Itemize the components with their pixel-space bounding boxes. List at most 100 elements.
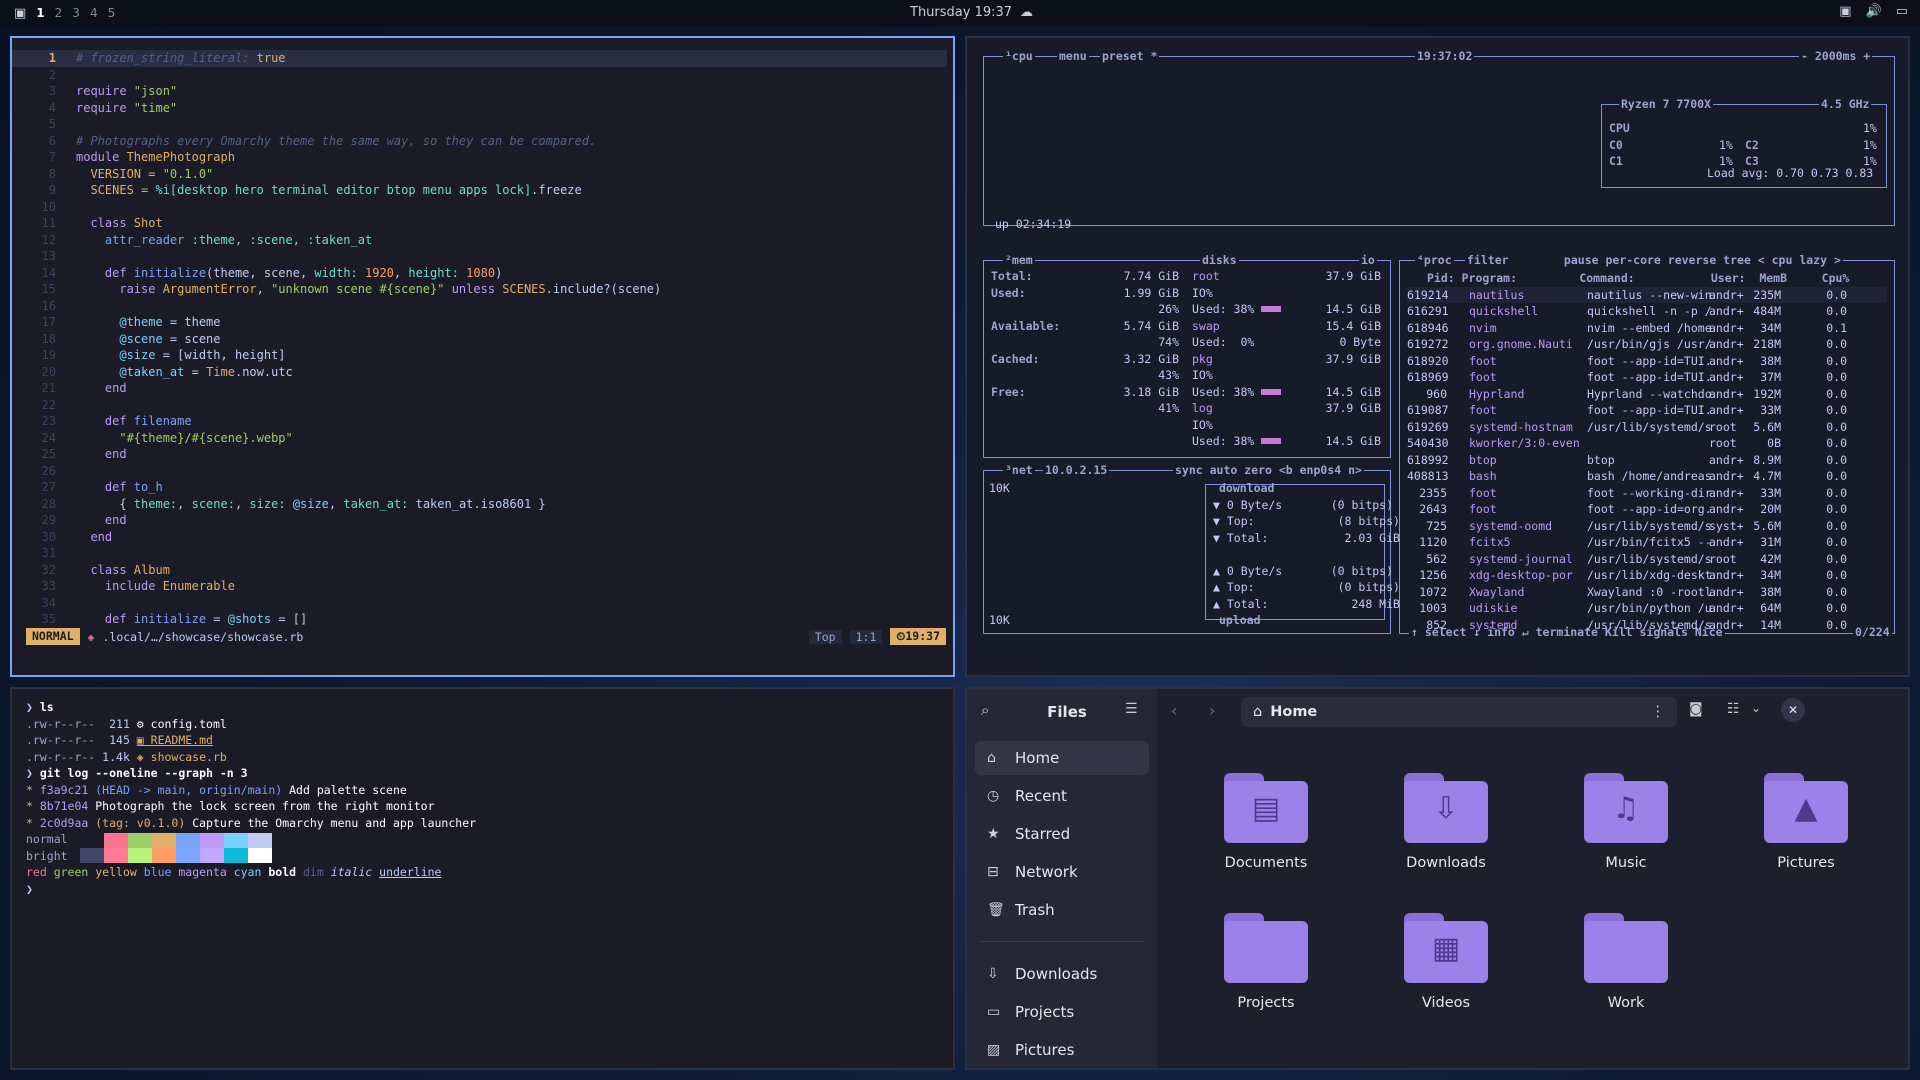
- code-line[interactable]: 11 class Shot: [12, 215, 947, 232]
- code-line[interactable]: 1 # frozen_string_literal: true: [12, 50, 947, 67]
- code-line[interactable]: 13: [12, 248, 947, 265]
- code-line[interactable]: 4 require "time": [12, 100, 947, 117]
- view-list-icon[interactable]: ☷: [1727, 701, 1740, 717]
- code-text: def initialize = @shots = []: [76, 611, 307, 628]
- code-line[interactable]: 28 { theme:, scene:, size: @size, taken_…: [12, 496, 947, 513]
- code-line[interactable]: 8 VERSION = "0.1.0": [12, 166, 947, 183]
- sidebar-menu-icon[interactable]: ☰: [1125, 701, 1138, 717]
- io-title[interactable]: io: [1359, 252, 1377, 269]
- code-line[interactable]: 24 "#{theme}/#{scene}.webp": [12, 430, 947, 447]
- sidebar-item-pictures[interactable]: ▨ Pictures: [975, 1033, 1149, 1067]
- process-cell: root: [1709, 436, 1737, 450]
- cpu-menu[interactable]: menu: [1057, 48, 1089, 65]
- code-line[interactable]: 17 @theme = theme: [12, 314, 947, 331]
- terminal-token: bold: [268, 865, 303, 879]
- line-number: 4: [48, 100, 56, 115]
- proc-options[interactable]: filter pause per-core reverse tree < cpu…: [1465, 252, 1843, 269]
- code-line[interactable]: 15 raise ArgumentError, "unknown scene #…: [12, 281, 947, 298]
- file-icon: ◈: [87, 629, 95, 644]
- code-line[interactable]: 30 end: [12, 529, 947, 546]
- code-line[interactable]: 25 end: [12, 446, 947, 463]
- sidebar-item-network[interactable]: ⊟ Network: [975, 855, 1149, 889]
- code-line[interactable]: 7 module ThemePhotograph: [12, 149, 947, 166]
- volume-icon[interactable]: 🔊: [1866, 4, 1882, 19]
- workspace-5[interactable]: 5: [108, 6, 116, 20]
- code-token: to_h: [133, 480, 163, 494]
- sidebar-item-home[interactable]: ⌂ Home: [975, 741, 1149, 775]
- terminal-token: ls: [39, 700, 54, 714]
- code-line[interactable]: 14 def initialize(theme, scene, width: 1…: [12, 265, 947, 282]
- workspace-2[interactable]: 2: [55, 6, 63, 20]
- code-line[interactable]: 5: [12, 116, 947, 133]
- forward-button[interactable]: ›: [1209, 701, 1215, 720]
- cpu-title[interactable]: ¹cpu: [1003, 48, 1035, 65]
- code-line[interactable]: 27 def to_h: [12, 479, 947, 496]
- palette-swatch-bright: [200, 847, 224, 863]
- editor-window[interactable]: 1 # frozen_string_literal: true 2 3 require …: [10, 36, 955, 677]
- sidebar-item-projects[interactable]: ▭ Projects: [975, 995, 1149, 1029]
- disk-usage-bar: [1261, 306, 1281, 312]
- cpu-clock: 19:37:02: [1415, 48, 1475, 65]
- files-window[interactable]: ⌕ Files ☰ ⌂ Home ◷ Recent ★ Starred ⊟ Network 🗑 T…: [965, 687, 1910, 1070]
- sidebar-item-starred[interactable]: ★ Starred: [975, 817, 1149, 851]
- workspace-1[interactable]: 1: [36, 6, 44, 20]
- close-icon[interactable]: ✕: [1781, 698, 1805, 722]
- code-line[interactable]: 31: [12, 545, 947, 562]
- folder-videos[interactable]: ▦ Videos: [1371, 913, 1521, 1011]
- camera-icon[interactable]: ◙: [1689, 701, 1703, 717]
- code-token: = [width, height]: [155, 348, 286, 362]
- back-button[interactable]: ‹: [1171, 701, 1177, 720]
- process-cell: nautilus --new-win: [1587, 287, 1712, 302]
- folder-documents[interactable]: ▤ Documents: [1191, 773, 1341, 871]
- code-line[interactable]: 32 class Album: [12, 562, 947, 579]
- folder-downloads[interactable]: ⇩ Downloads: [1371, 773, 1521, 871]
- code-area[interactable]: 1 # frozen_string_literal: true 2 3 require …: [12, 50, 947, 628]
- code-line[interactable]: 10: [12, 199, 947, 216]
- palette-swatch-normal: [248, 833, 272, 848]
- code-line[interactable]: 22: [12, 397, 947, 414]
- sidebar-item-trash[interactable]: 🗑 Trash: [975, 893, 1149, 927]
- code-line[interactable]: 23 def filename: [12, 413, 947, 430]
- code-line[interactable]: 3 require "json": [12, 83, 947, 100]
- code-line[interactable]: 16: [12, 298, 947, 315]
- code-line[interactable]: 20 @taken_at = Time.now.utc: [12, 364, 947, 381]
- code-line[interactable]: 19 @size = [width, height]: [12, 347, 947, 364]
- terminal-token: italic: [330, 865, 380, 879]
- line-number: 28: [41, 496, 56, 511]
- btop-window[interactable]: ¹cpu menu preset * 19:37:02 - 2000ms + R…: [965, 36, 1910, 677]
- launcher-icon[interactable]: ▣: [14, 6, 26, 21]
- code-line[interactable]: 29 end: [12, 512, 947, 529]
- code-line[interactable]: 2: [12, 67, 947, 84]
- code-line[interactable]: 9 SCENES = %i[desktop hero terminal edit…: [12, 182, 947, 199]
- folder-music[interactable]: ♫ Music: [1551, 773, 1701, 871]
- code-line[interactable]: 21 end: [12, 380, 947, 397]
- net-options[interactable]: sync auto zero <b enp0s4 n>: [1173, 462, 1364, 479]
- folder-work[interactable]: Work: [1551, 913, 1701, 1011]
- code-line[interactable]: 26: [12, 463, 947, 480]
- clock[interactable]: Thursday 19:37 ☁: [910, 5, 1033, 20]
- view-options-icon[interactable]: ⌄: [1751, 701, 1761, 715]
- code-line[interactable]: 34: [12, 595, 947, 612]
- location-bar[interactable]: ⌂ Home ⋮: [1241, 697, 1677, 727]
- line-number: 16: [41, 298, 56, 313]
- code-line[interactable]: 35 def initialize = @shots = []: [12, 611, 947, 628]
- folder-projects[interactable]: Projects: [1191, 913, 1341, 1011]
- display-icon[interactable]: ▭: [1896, 4, 1908, 19]
- search-icon[interactable]: ⌕: [981, 701, 989, 719]
- workspace-3[interactable]: 3: [72, 6, 80, 20]
- code-line[interactable]: 33 include Enumerable: [12, 578, 947, 595]
- cpu-preset[interactable]: preset *: [1100, 48, 1160, 65]
- terminal-window[interactable]: ❯ ls .rw-r--r-- 211 ⚙ config.toml .rw-r--r…: [10, 687, 955, 1070]
- code-line[interactable]: 18 @scene = scene: [12, 331, 947, 348]
- process-cell: 540430: [1407, 436, 1449, 450]
- cpu-interval[interactable]: - 2000ms +: [1799, 48, 1873, 65]
- location-menu-icon[interactable]: ⋮: [1651, 704, 1666, 720]
- sidebar-item-downloads[interactable]: ⇩ Downloads: [975, 957, 1149, 991]
- workspace-4[interactable]: 4: [90, 6, 98, 20]
- code-line[interactable]: 12 attr_reader :theme, :scene, :taken_at: [12, 232, 947, 249]
- sidebar-item-recent[interactable]: ◷ Recent: [975, 779, 1149, 813]
- process-cell: foot: [1469, 485, 1497, 500]
- screen-icon[interactable]: ▣: [1839, 4, 1851, 19]
- folder-pictures[interactable]: ▲ Pictures: [1731, 773, 1881, 871]
- code-line[interactable]: 6 # Photographs every Omarchy theme the s…: [12, 133, 947, 150]
